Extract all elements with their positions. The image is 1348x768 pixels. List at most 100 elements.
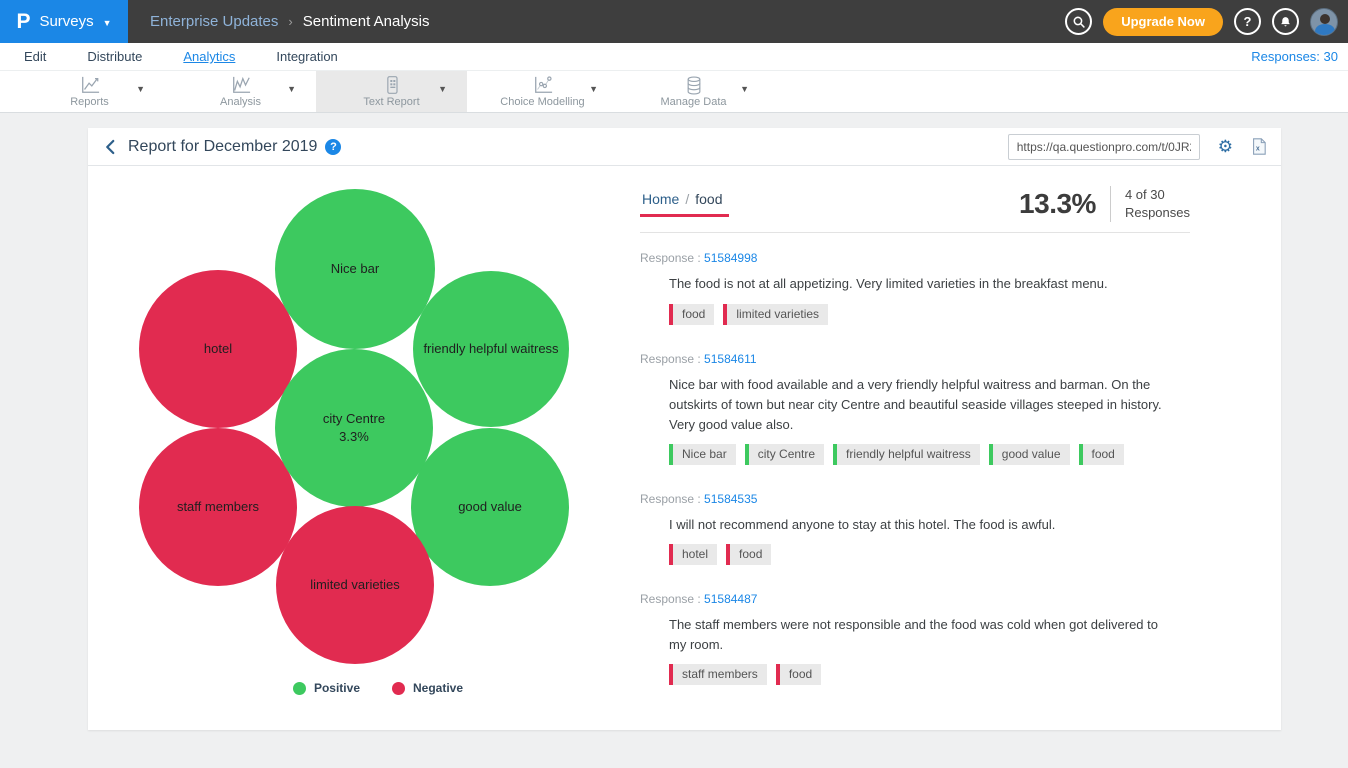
survey-menu-items: Edit Distribute Analytics Integration — [24, 49, 338, 64]
chevron-left-icon — [102, 138, 120, 156]
excel-file-icon: x — [1251, 138, 1267, 155]
bubble-label: hotel — [204, 340, 232, 358]
response-id-link[interactable]: 51584998 — [704, 251, 757, 265]
chevron-down-icon[interactable]: ▼ — [438, 84, 447, 94]
tag-staff-members[interactable]: staff members — [669, 664, 767, 685]
breadcrumb-separator: › — [288, 14, 292, 29]
bubble-city-centre[interactable]: city Centre3.3% — [275, 349, 433, 507]
top-header: P Surveys ▼ Enterprise Updates › Sentime… — [0, 0, 1348, 43]
toolbar-item-text-report[interactable]: Text Report ▼ — [316, 71, 467, 112]
responses-count-summary: 4 of 30 Responses — [1110, 186, 1190, 222]
bell-icon — [1279, 15, 1292, 29]
response-tags: food limited varieties — [669, 304, 1190, 325]
scatter-chart-icon — [532, 75, 554, 95]
help-button[interactable]: ? — [1234, 8, 1261, 35]
tag-friendly-helpful-waitress[interactable]: friendly helpful waitress — [833, 444, 980, 465]
toolbar-item-label: Reports — [70, 96, 109, 108]
tag-food[interactable]: food — [1079, 444, 1124, 465]
toolbar-item-label: Analysis — [220, 96, 261, 108]
bubble-label: staff members — [177, 498, 259, 516]
line-chart-icon — [79, 75, 101, 95]
response-text: The staff members were not responsible a… — [669, 615, 1177, 655]
tag-nice-bar[interactable]: Nice bar — [669, 444, 736, 465]
chevron-down-icon[interactable]: ▼ — [136, 84, 145, 94]
response-id-link[interactable]: 51584535 — [704, 492, 757, 506]
search-icon — [1072, 15, 1086, 29]
tag-breadcrumb-home[interactable]: Home — [642, 191, 679, 207]
response-item: Response : 51584611Nice bar with food av… — [640, 352, 1190, 465]
toolbar-item-choice-modelling[interactable]: Choice Modelling ▼ — [467, 71, 618, 112]
question-mark-icon: ? — [1244, 14, 1252, 29]
report-help-button[interactable]: ? — [325, 139, 341, 155]
menu-item-analytics[interactable]: Analytics — [183, 49, 235, 64]
search-button[interactable] — [1065, 8, 1092, 35]
tag-food[interactable]: food — [726, 544, 771, 565]
legend-label: Negative — [413, 681, 463, 695]
tag-breadcrumb-current: food — [695, 191, 722, 207]
tag-food[interactable]: food — [669, 304, 714, 325]
toolbar-item-label: Manage Data — [660, 96, 726, 108]
responses-count[interactable]: Responses: 30 — [1251, 49, 1348, 64]
toolbar-item-label: Text Report — [363, 96, 419, 108]
response-text: Nice bar with food available and a very … — [669, 375, 1177, 435]
legend-dot-icon — [293, 682, 306, 695]
legend-label: Positive — [314, 681, 360, 695]
response-item: Response : 51584998 The food is not at al… — [640, 251, 1190, 324]
tag-good-value[interactable]: good value — [989, 444, 1070, 465]
menu-item-distribute[interactable]: Distribute — [87, 49, 142, 64]
analysis-chart-icon — [230, 75, 252, 95]
bubble-staff-members[interactable]: staff members — [139, 428, 297, 586]
export-excel-button[interactable]: x — [1251, 138, 1267, 155]
response-tags: Nice bar city Centre friendly helpful wait… — [669, 444, 1190, 465]
toolbar-item-manage-data[interactable]: Manage Data ▼ — [618, 71, 769, 112]
report-body: hotel staff members good value Nice bar frie… — [88, 166, 1281, 768]
response-label: Response : 51584487 — [640, 592, 1190, 606]
bubble-friendly-helpful-waitress[interactable]: friendly helpful waitress — [413, 271, 569, 427]
tag-city-centre[interactable]: city Centre — [745, 444, 824, 465]
tag-hotel[interactable]: hotel — [669, 544, 717, 565]
bubble-label: Nice bar — [331, 260, 379, 278]
bubble-label: friendly helpful waitress — [423, 340, 558, 358]
report-header-actions: ⚙ x — [1008, 134, 1267, 160]
response-id-link[interactable]: 51584611 — [704, 352, 757, 366]
response-item: Response : 51584535I will not recommend … — [640, 492, 1190, 565]
questionpro-logo-icon: P — [16, 10, 30, 34]
back-button[interactable] — [102, 137, 122, 157]
chevron-down-icon[interactable]: ▼ — [287, 84, 296, 94]
menu-item-integration[interactable]: Integration — [276, 49, 337, 64]
tag-percentage: 13.3% — [1019, 188, 1110, 220]
notifications-button[interactable] — [1272, 8, 1299, 35]
chevron-down-icon[interactable]: ▼ — [740, 84, 749, 94]
database-icon — [684, 75, 704, 95]
count-line1: 4 of 30 — [1125, 187, 1165, 202]
chevron-down-icon[interactable]: ▼ — [589, 84, 598, 94]
response-id-link[interactable]: 51584487 — [704, 592, 757, 606]
bubble-hotel[interactable]: hotel — [139, 270, 297, 428]
response-text: The food is not at all appetizing. Very … — [669, 274, 1177, 294]
breadcrumb-survey-name[interactable]: Enterprise Updates — [150, 13, 278, 30]
settings-gear-icon[interactable]: ⚙ — [1218, 138, 1233, 155]
bubble-value: 3.3% — [339, 428, 369, 446]
responses-panel-header: Home/food 13.3% 4 of 30 Responses — [640, 186, 1190, 233]
toolbar-item-reports[interactable]: Reports ▼ — [14, 71, 165, 112]
tag-limited-varieties[interactable]: limited varieties — [723, 304, 828, 325]
product-name: Surveys — [39, 13, 93, 30]
bubble-limited-varieties[interactable]: limited varieties — [276, 506, 434, 664]
tag-food[interactable]: food — [776, 664, 821, 685]
legend-item-negative: Negative — [392, 681, 463, 695]
bubble-good-value[interactable]: good value — [411, 428, 569, 586]
upgrade-now-button[interactable]: Upgrade Now — [1103, 8, 1223, 36]
product-switcher[interactable]: P Surveys ▼ — [0, 0, 128, 43]
response-label: Response : 51584998 — [640, 251, 1190, 265]
analytics-toolbar: Reports▼Analysis▼Text Report▼Choice Mode… — [0, 70, 1348, 113]
breadcrumb: Enterprise Updates › Sentiment Analysis — [150, 13, 429, 30]
share-url-input[interactable] — [1008, 134, 1200, 160]
menu-item-edit[interactable]: Edit — [24, 49, 46, 64]
toolbar-item-label: Choice Modelling — [500, 96, 584, 108]
user-avatar[interactable] — [1310, 8, 1338, 36]
response-item: Response : 51584487 The staff members wer… — [640, 592, 1190, 685]
svg-text:x: x — [1256, 145, 1260, 152]
bubble-nice-bar[interactable]: Nice bar — [275, 189, 435, 349]
report-header: Report for December 2019 ? ⚙ x — [88, 128, 1281, 166]
toolbar-item-analysis[interactable]: Analysis ▼ — [165, 71, 316, 112]
